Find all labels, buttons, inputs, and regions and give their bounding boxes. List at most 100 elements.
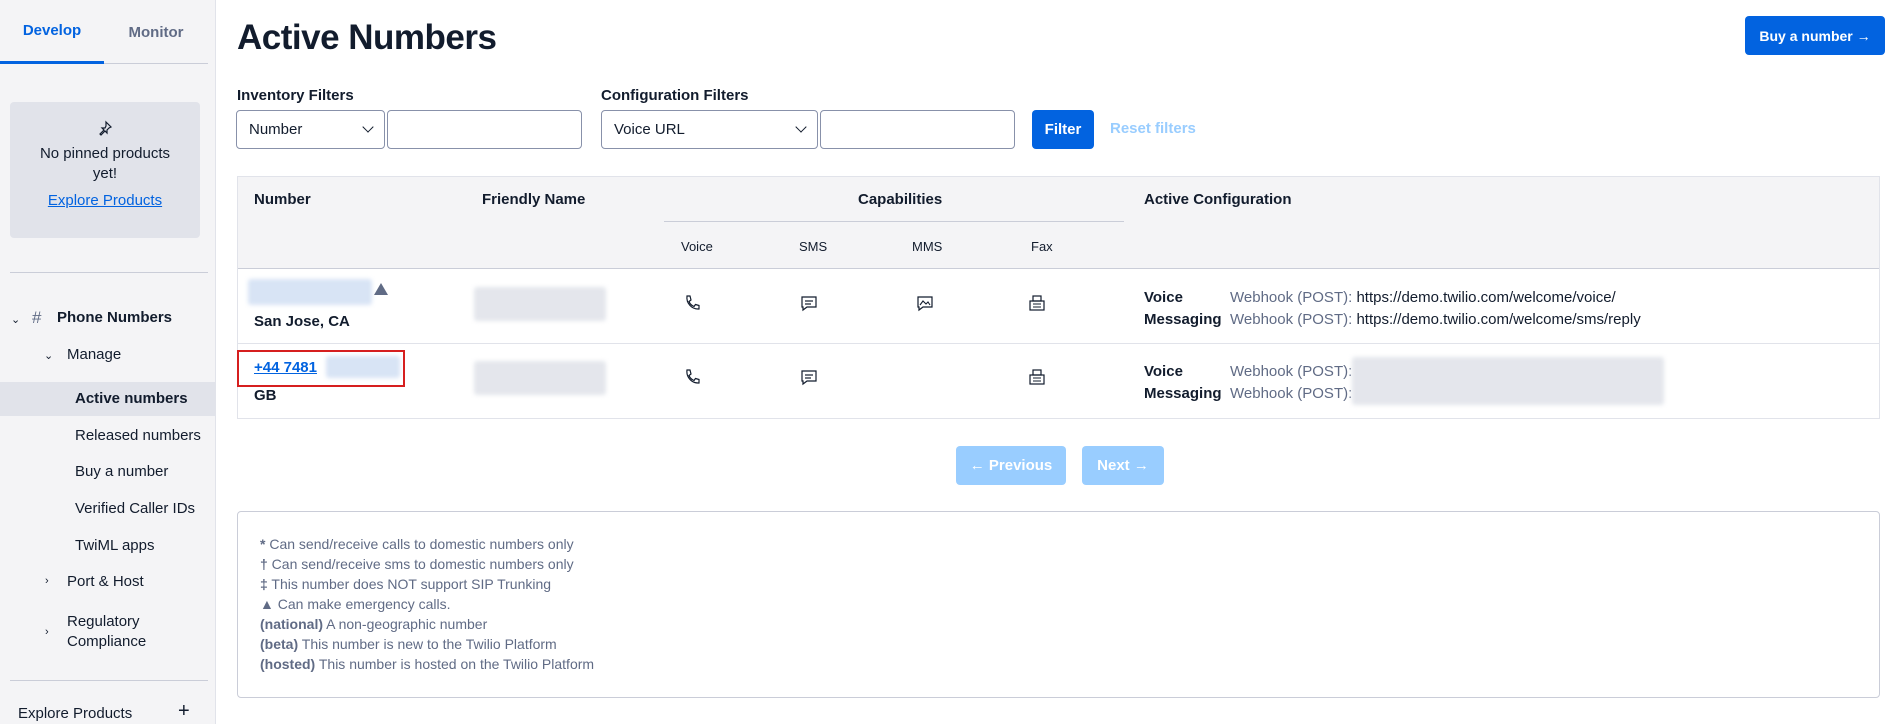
legend-text: This number is new to the Twilio Platfor… xyxy=(298,636,557,652)
pin-icon xyxy=(99,120,113,136)
sidebar-divider xyxy=(10,680,208,681)
plus-icon[interactable]: + xyxy=(178,700,190,723)
sidebar-explore-products[interactable]: Explore Products xyxy=(18,705,132,722)
config-messaging-method: Webhook (POST): xyxy=(1230,385,1353,402)
phone-icon xyxy=(686,295,700,310)
legend-item: (national) A non-geographic number xyxy=(260,614,1879,634)
tab-monitor[interactable]: Monitor xyxy=(104,0,208,64)
table-header: Number Friendly Name Capabilities Active… xyxy=(238,177,1879,269)
configuration-filter-value: Voice URL xyxy=(614,121,685,138)
subheader-voice: Voice xyxy=(681,239,713,254)
inventory-filters-label: Inventory Filters xyxy=(237,87,354,104)
config-messaging-method: Webhook (POST): xyxy=(1230,311,1353,328)
config-messaging-value: Webhook (POST): https://demo.twilio.com/… xyxy=(1230,311,1641,328)
chevron-right-icon[interactable]: › xyxy=(45,626,49,638)
filter-button[interactable]: Filter xyxy=(1032,110,1094,149)
configuration-filter-select[interactable]: Voice URL xyxy=(601,110,818,149)
number-location: San Jose, CA xyxy=(254,313,350,330)
sidebar-tabs: Develop Monitor xyxy=(0,0,208,64)
config-messaging-url: https://demo.twilio.com/welcome/sms/repl… xyxy=(1356,311,1641,328)
sidebar-item-regulatory-compliance[interactable]: Regulatory Compliance xyxy=(67,612,187,652)
legend-item: (hosted) This number is hosted on the Tw… xyxy=(260,654,1879,674)
config-voice-method: Webhook (POST): xyxy=(1230,363,1353,380)
inventory-filter-value: Number xyxy=(249,121,303,138)
legend-text: A non-geographic number xyxy=(323,616,488,632)
config-voice-url: https://demo.twilio.com/welcome/voice/ xyxy=(1356,289,1616,306)
capabilities-divider xyxy=(664,221,1124,222)
redacted-friendly-name xyxy=(474,361,606,395)
sidebar-item-released-numbers[interactable]: Released numbers xyxy=(75,427,201,444)
explore-products-link[interactable]: Explore Products xyxy=(48,192,162,209)
legend-text: This number is hosted on the Twilio Plat… xyxy=(315,656,595,672)
buy-a-number-button[interactable]: Buy a number → xyxy=(1745,16,1885,55)
hash-icon: # xyxy=(32,308,42,327)
legend-symbol: (hosted) xyxy=(260,656,316,672)
sms-icon xyxy=(801,296,817,312)
sidebar: Develop Monitor No pinned products yet! … xyxy=(0,0,216,724)
next-button[interactable]: Next → xyxy=(1082,446,1164,485)
sidebar-item-verified-caller-ids[interactable]: Verified Caller IDs xyxy=(75,500,195,517)
fax-icon xyxy=(1029,369,1045,385)
sidebar-divider xyxy=(10,272,208,273)
fax-icon xyxy=(1029,295,1045,311)
config-messaging-label: Messaging xyxy=(1144,385,1222,402)
emergency-triangle-icon xyxy=(374,283,388,295)
inventory-filter-select[interactable]: Number xyxy=(236,110,385,149)
config-voice-method: Webhook (POST): xyxy=(1230,289,1353,306)
active-numbers-table: Number Friendly Name Capabilities Active… xyxy=(237,176,1880,419)
highlight-box xyxy=(237,350,405,387)
column-header-number: Number xyxy=(254,191,311,208)
legend-item: * Can send/receive calls to domestic num… xyxy=(260,534,1879,554)
legend-text: Can make emergency calls. xyxy=(273,596,451,612)
sidebar-item-port-host[interactable]: Port & Host xyxy=(67,573,144,590)
legend-symbol: † xyxy=(260,556,268,572)
configuration-filter-input[interactable] xyxy=(820,110,1015,149)
reset-filters-link[interactable]: Reset filters xyxy=(1110,120,1196,137)
number-location: GB xyxy=(254,387,277,404)
phone-icon xyxy=(686,369,700,384)
chevron-down-icon xyxy=(362,121,374,133)
redacted-number xyxy=(248,279,372,305)
sidebar-item-manage[interactable]: Manage xyxy=(67,346,121,363)
main-content: Active Numbers Buy a number → Inventory … xyxy=(216,0,1902,724)
sidebar-item-twiml-apps[interactable]: TwiML apps xyxy=(75,537,154,554)
config-messaging-value: Webhook (POST): xyxy=(1230,385,1352,402)
sidebar-item-phone-numbers[interactable]: Phone Numbers xyxy=(57,309,172,326)
legend-item: ▲ Can make emergency calls. xyxy=(260,594,1879,614)
pinned-empty-message: No pinned products yet! xyxy=(39,145,171,182)
sidebar-item-active-numbers[interactable]: Active numbers xyxy=(75,390,188,407)
legend-symbol: ▲ xyxy=(260,596,274,612)
sms-icon xyxy=(801,370,817,386)
legend-box: * Can send/receive calls to domestic num… xyxy=(237,511,1880,698)
legend-item: † Can send/receive sms to domestic numbe… xyxy=(260,554,1879,574)
config-voice-label: Voice xyxy=(1144,363,1183,380)
mms-icon xyxy=(917,296,933,312)
column-header-friendly-name: Friendly Name xyxy=(482,191,586,208)
chevron-down-icon[interactable]: ⌄ xyxy=(11,313,20,326)
legend-text: Can send/receive calls to domestic numbe… xyxy=(265,536,574,552)
sidebar-item-buy-a-number[interactable]: Buy a number xyxy=(75,463,168,480)
column-header-capabilities: Capabilities xyxy=(858,191,943,208)
subheader-fax: Fax xyxy=(1031,239,1053,254)
config-voice-value: Webhook (POST): xyxy=(1230,363,1352,380)
legend-text: Can send/receive sms to domestic numbers… xyxy=(267,556,574,572)
config-voice-label: Voice xyxy=(1144,289,1183,306)
config-messaging-label: Messaging xyxy=(1144,311,1222,328)
redacted-config-urls xyxy=(1352,357,1664,405)
pinned-products-panel: No pinned products yet! Explore Products xyxy=(10,102,200,238)
legend-text: This number does NOT support SIP Trunkin… xyxy=(267,576,552,592)
redacted-friendly-name xyxy=(474,287,606,321)
chevron-down-icon[interactable]: ⌄ xyxy=(44,349,53,362)
inventory-filter-input[interactable] xyxy=(387,110,582,149)
configuration-filters-label: Configuration Filters xyxy=(601,87,749,104)
legend-item: ‡ This number does NOT support SIP Trunk… xyxy=(260,574,1879,594)
previous-button[interactable]: ← Previous xyxy=(956,446,1066,485)
subheader-sms: SMS xyxy=(799,239,828,254)
page-title: Active Numbers xyxy=(237,18,497,57)
legend-symbol: (beta) xyxy=(260,636,299,652)
column-header-active-configuration: Active Configuration xyxy=(1144,191,1292,208)
chevron-right-icon[interactable]: › xyxy=(45,575,49,587)
config-voice-value: Webhook (POST): https://demo.twilio.com/… xyxy=(1230,289,1616,306)
tab-develop[interactable]: Develop xyxy=(0,0,104,64)
legend-symbol: (national) xyxy=(260,616,323,632)
